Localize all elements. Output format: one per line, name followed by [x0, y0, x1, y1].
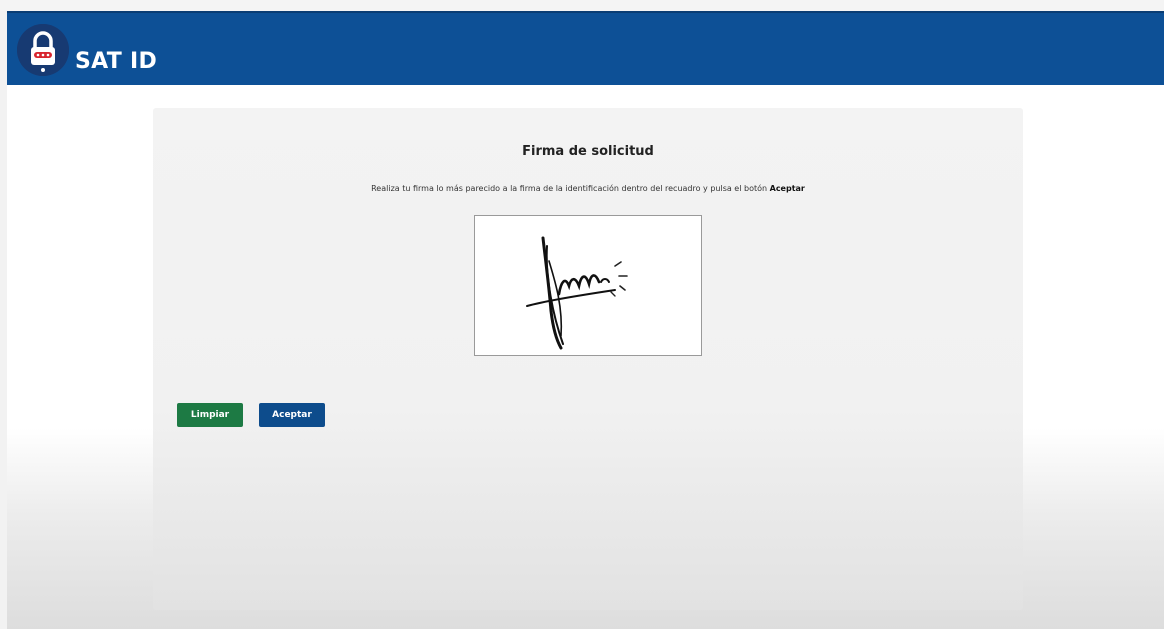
signature-panel: Firma de solicitud Realiza tu firma lo m… [153, 108, 1023, 610]
browser-top-strip [0, 0, 1164, 11]
signature-drawing [526, 236, 628, 350]
instruction-body: Realiza tu firma lo más parecido a la fi… [371, 184, 768, 193]
accept-button[interactable]: Aceptar [259, 403, 325, 427]
page-title: Firma de solicitud [522, 144, 654, 159]
app-header: SAT ID [7, 11, 1164, 85]
clear-button[interactable]: Limpiar [177, 403, 243, 427]
page-left-rail [0, 11, 7, 629]
signature-pad[interactable] [474, 215, 702, 356]
padlock-icon [17, 24, 69, 76]
app-title: SAT ID [75, 49, 158, 74]
instruction-emphasis: Aceptar [769, 184, 805, 193]
instruction-text: Realiza tu firma lo más parecido a la fi… [153, 184, 1023, 193]
